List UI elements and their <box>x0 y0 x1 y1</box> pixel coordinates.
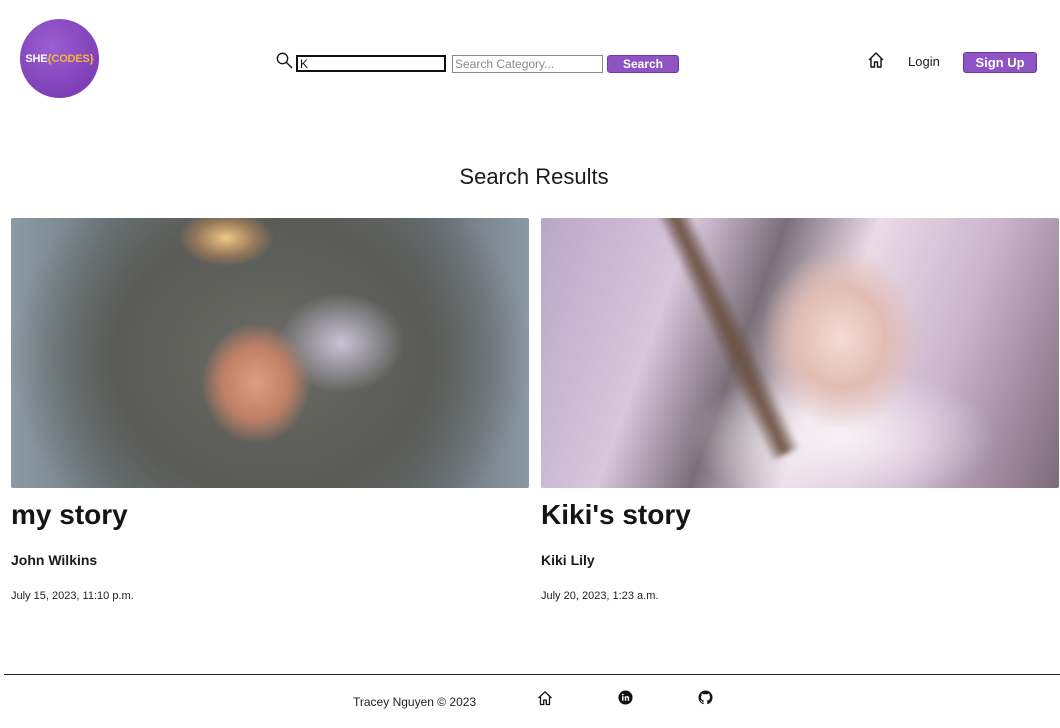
signup-button[interactable]: Sign Up <box>963 52 1037 73</box>
home-icon[interactable] <box>867 51 885 69</box>
logo-codes-text: {CODES} <box>47 52 94 65</box>
story-date: July 15, 2023, 11:10 p.m. <box>11 590 134 602</box>
home-icon[interactable] <box>537 690 553 706</box>
search-button[interactable]: Search <box>607 55 679 73</box>
story-date: July 20, 2023, 1:23 a.m. <box>541 590 659 602</box>
logo-she-text: SHE <box>25 52 48 65</box>
category-search-input[interactable] <box>452 55 603 73</box>
story-card[interactable]: my story John Wilkins July 15, 2023, 11:… <box>11 218 530 602</box>
footer-divider <box>4 674 1060 675</box>
story-card[interactable]: Kiki's story Kiki Lily July 20, 2023, 1:… <box>541 218 1060 602</box>
story-image[interactable] <box>541 218 1059 488</box>
search-input[interactable] <box>296 55 446 72</box>
story-title[interactable]: my story <box>11 498 530 532</box>
linkedin-icon[interactable] <box>618 690 633 705</box>
page-title: Search Results <box>459 164 609 189</box>
story-image[interactable] <box>11 218 529 488</box>
login-link[interactable]: Login <box>908 54 940 69</box>
story-author: Kiki Lily <box>541 552 595 568</box>
footer-credit: Tracey Nguyen © 2023 <box>353 695 477 709</box>
search-icon <box>276 52 293 69</box>
site-logo[interactable]: SHE {CODES} <box>20 19 99 98</box>
github-icon[interactable] <box>698 690 713 705</box>
story-title[interactable]: Kiki's story <box>541 498 1060 532</box>
story-author: John Wilkins <box>11 552 98 568</box>
